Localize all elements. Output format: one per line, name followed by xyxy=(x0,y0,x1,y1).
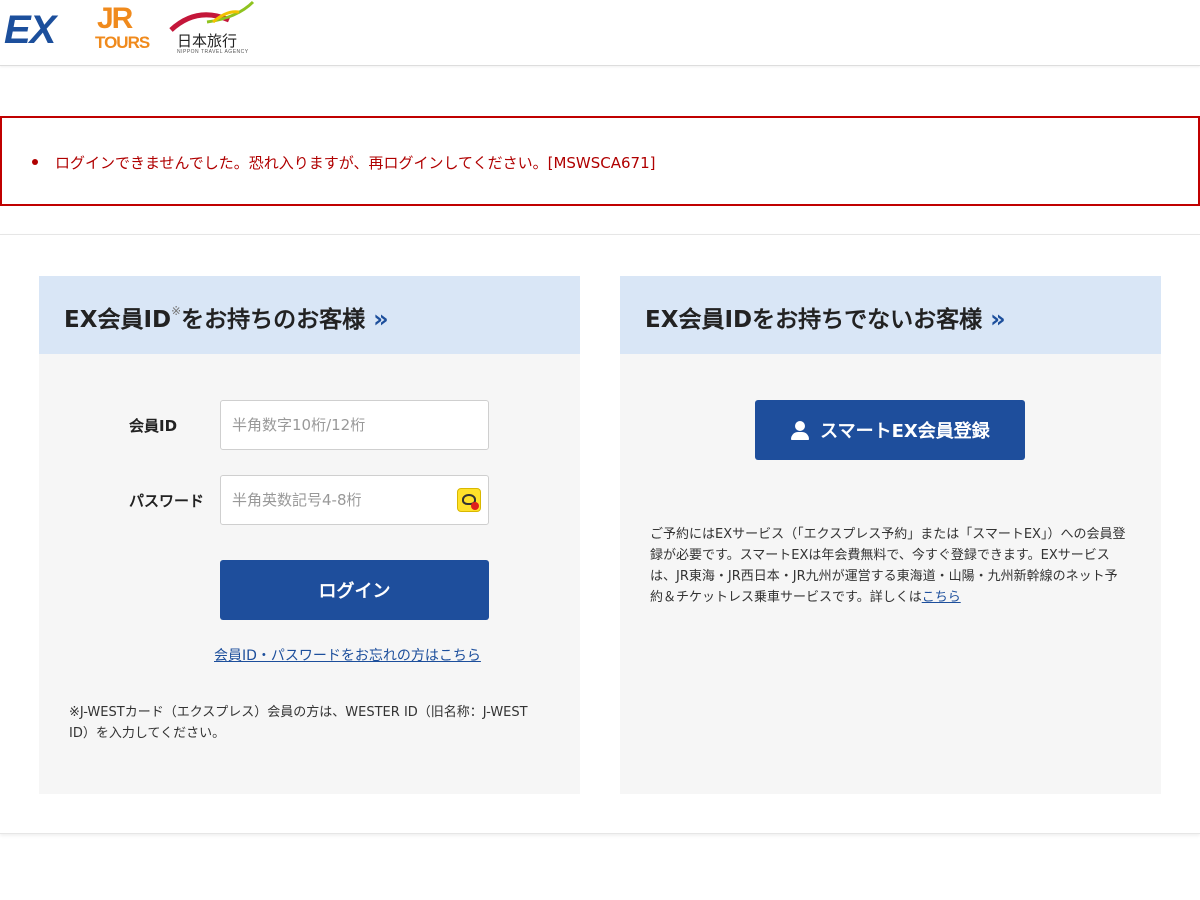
forgot-credentials-link[interactable]: 会員ID・パスワードをお忘れの方はこちら xyxy=(214,645,481,665)
error-message-box: ログインできませんでした。恐れ入りますが、再ログインしてください。[MSWSCA… xyxy=(0,116,1200,206)
jr-logo-text: JR xyxy=(97,2,133,35)
member-id-label: 会員ID xyxy=(129,417,178,435)
nippon-travel-logo[interactable]: 日本旅行 NIPPON TRAVEL AGENCY xyxy=(167,0,255,56)
password-label: パスワード xyxy=(129,492,205,510)
person-icon xyxy=(790,420,810,440)
register-title-text: EX会員IDをお持ちでないお客様 xyxy=(645,307,983,333)
bullet-icon xyxy=(32,158,38,165)
login-panel-title: EX会員ID※をお持ちのお客様 » xyxy=(64,300,389,334)
smart-ex-register-button[interactable]: スマートEX会員登録 xyxy=(755,400,1025,460)
register-panel-header: EX会員IDをお持ちでないお客様 » xyxy=(620,276,1161,354)
password-visibility-toggle-icon[interactable] xyxy=(457,488,481,512)
nippon-travel-subtext: NIPPON TRAVEL AGENCY xyxy=(177,49,249,55)
jr-tours-logo[interactable]: JR TOURS xyxy=(95,4,151,52)
password-input[interactable] xyxy=(220,475,489,525)
description-text: ご予約にはEXサービス（「エクスプレス予約」または「スマートEX」）への会員登録… xyxy=(650,527,1126,605)
error-list-item: ログインできませんでした。恐れ入りますが、再ログインしてください。[MSWSCA… xyxy=(32,152,656,173)
login-title-part2: をお持ちのお客様 xyxy=(181,307,366,333)
error-text: ログインできませんでした。恐れ入りますが、再ログインしてください。[MSWSCA… xyxy=(55,154,656,172)
jwest-card-note: ※J-WESTカード（エクスプレス）会員の方は、WESTER ID（旧名称：J-… xyxy=(69,705,528,741)
register-panel: EX会員IDをお持ちでないお客様 » スマートEX会員登録 ご予約にはEXサービス… xyxy=(620,276,1161,794)
ex-service-description: ご予約にはEXサービス（「エクスプレス予約」または「スマートEX」）への会員登録… xyxy=(650,524,1128,608)
login-button[interactable]: ログイン xyxy=(220,560,489,620)
site-header: EX JR TOURS 日本旅行 NIPPON TRAVEL AGENCY xyxy=(0,0,1200,66)
login-panel-header: EX会員ID※をお持ちのお客様 » xyxy=(39,276,580,354)
tours-logo-text: TOURS xyxy=(95,33,150,52)
member-id-input[interactable] xyxy=(220,400,489,450)
login-title-part1: EX会員ID xyxy=(64,307,172,333)
details-link[interactable]: こちら xyxy=(922,590,961,605)
register-button-label: スマートEX会員登録 xyxy=(820,421,990,442)
login-title-note: ※ xyxy=(171,304,182,318)
eye-red-dot xyxy=(471,502,479,510)
login-panel: EX会員ID※をお持ちのお客様 » 会員ID パスワード ログイン 会員ID・パス… xyxy=(39,276,580,794)
register-panel-title: EX会員IDをお持ちでないお客様 » xyxy=(645,300,1006,334)
chevron-right-icon: » xyxy=(373,305,389,333)
nippon-travel-kanji: 日本旅行 xyxy=(177,32,238,50)
nippon-travel-arc-icon xyxy=(169,0,255,32)
ex-logo[interactable]: EX xyxy=(4,8,56,53)
chevron-right-icon: » xyxy=(990,305,1006,333)
